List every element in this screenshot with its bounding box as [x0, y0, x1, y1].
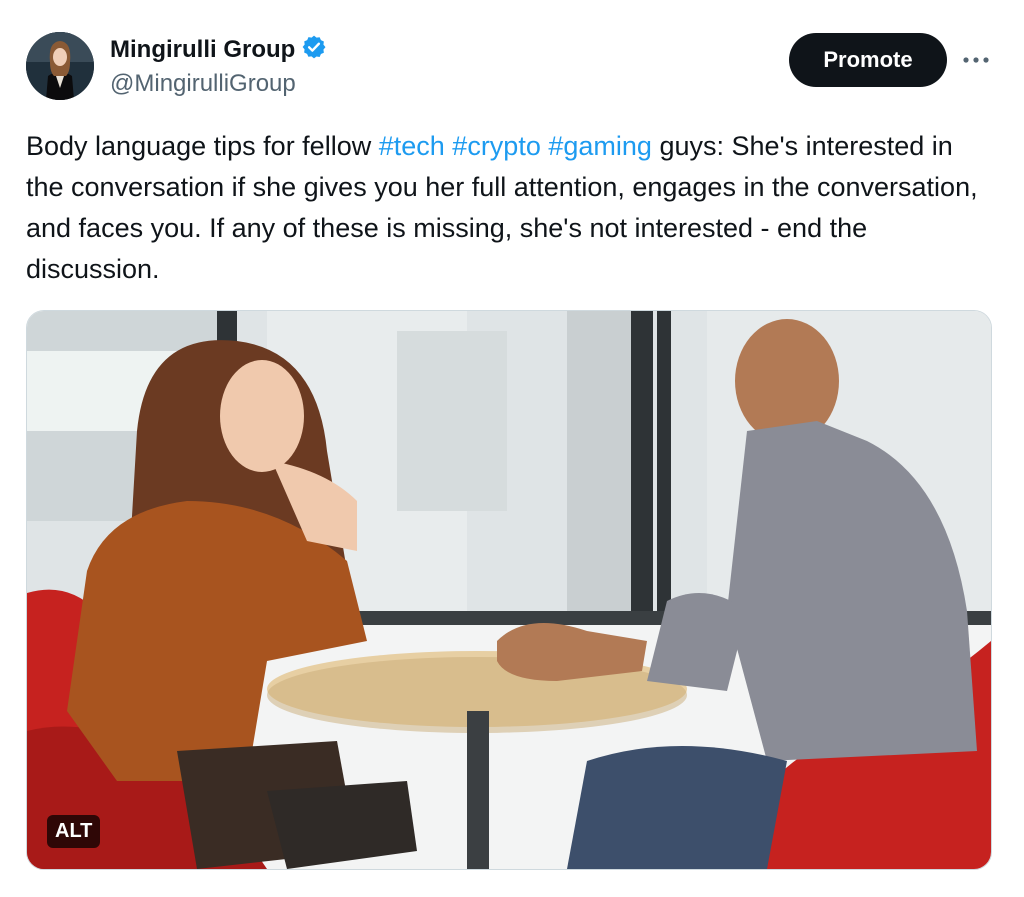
avatar[interactable]: [26, 32, 94, 100]
verified-badge-icon: [301, 34, 327, 65]
hashtag-gaming[interactable]: #gaming: [548, 131, 652, 161]
photo-illustration: [27, 311, 991, 869]
author-display-name[interactable]: Mingirulli Group: [110, 36, 295, 64]
tweet-text: Body language tips for fellow #tech #cry…: [26, 126, 996, 290]
tweet-text-segment: Body language tips for fellow: [26, 131, 379, 161]
hashtag-crypto[interactable]: #crypto: [452, 131, 541, 161]
tweet-media-image[interactable]: ALT: [26, 310, 992, 870]
alt-text-button[interactable]: ALT: [47, 815, 101, 848]
promote-button[interactable]: Promote: [789, 33, 947, 87]
author-handle[interactable]: @MingirulliGroup: [110, 70, 296, 98]
hashtag-tech[interactable]: #tech: [379, 131, 445, 161]
profile-photo-icon: [26, 32, 94, 100]
more-options-icon[interactable]: [958, 46, 994, 74]
author-name-row: Mingirulli Group: [110, 34, 327, 65]
